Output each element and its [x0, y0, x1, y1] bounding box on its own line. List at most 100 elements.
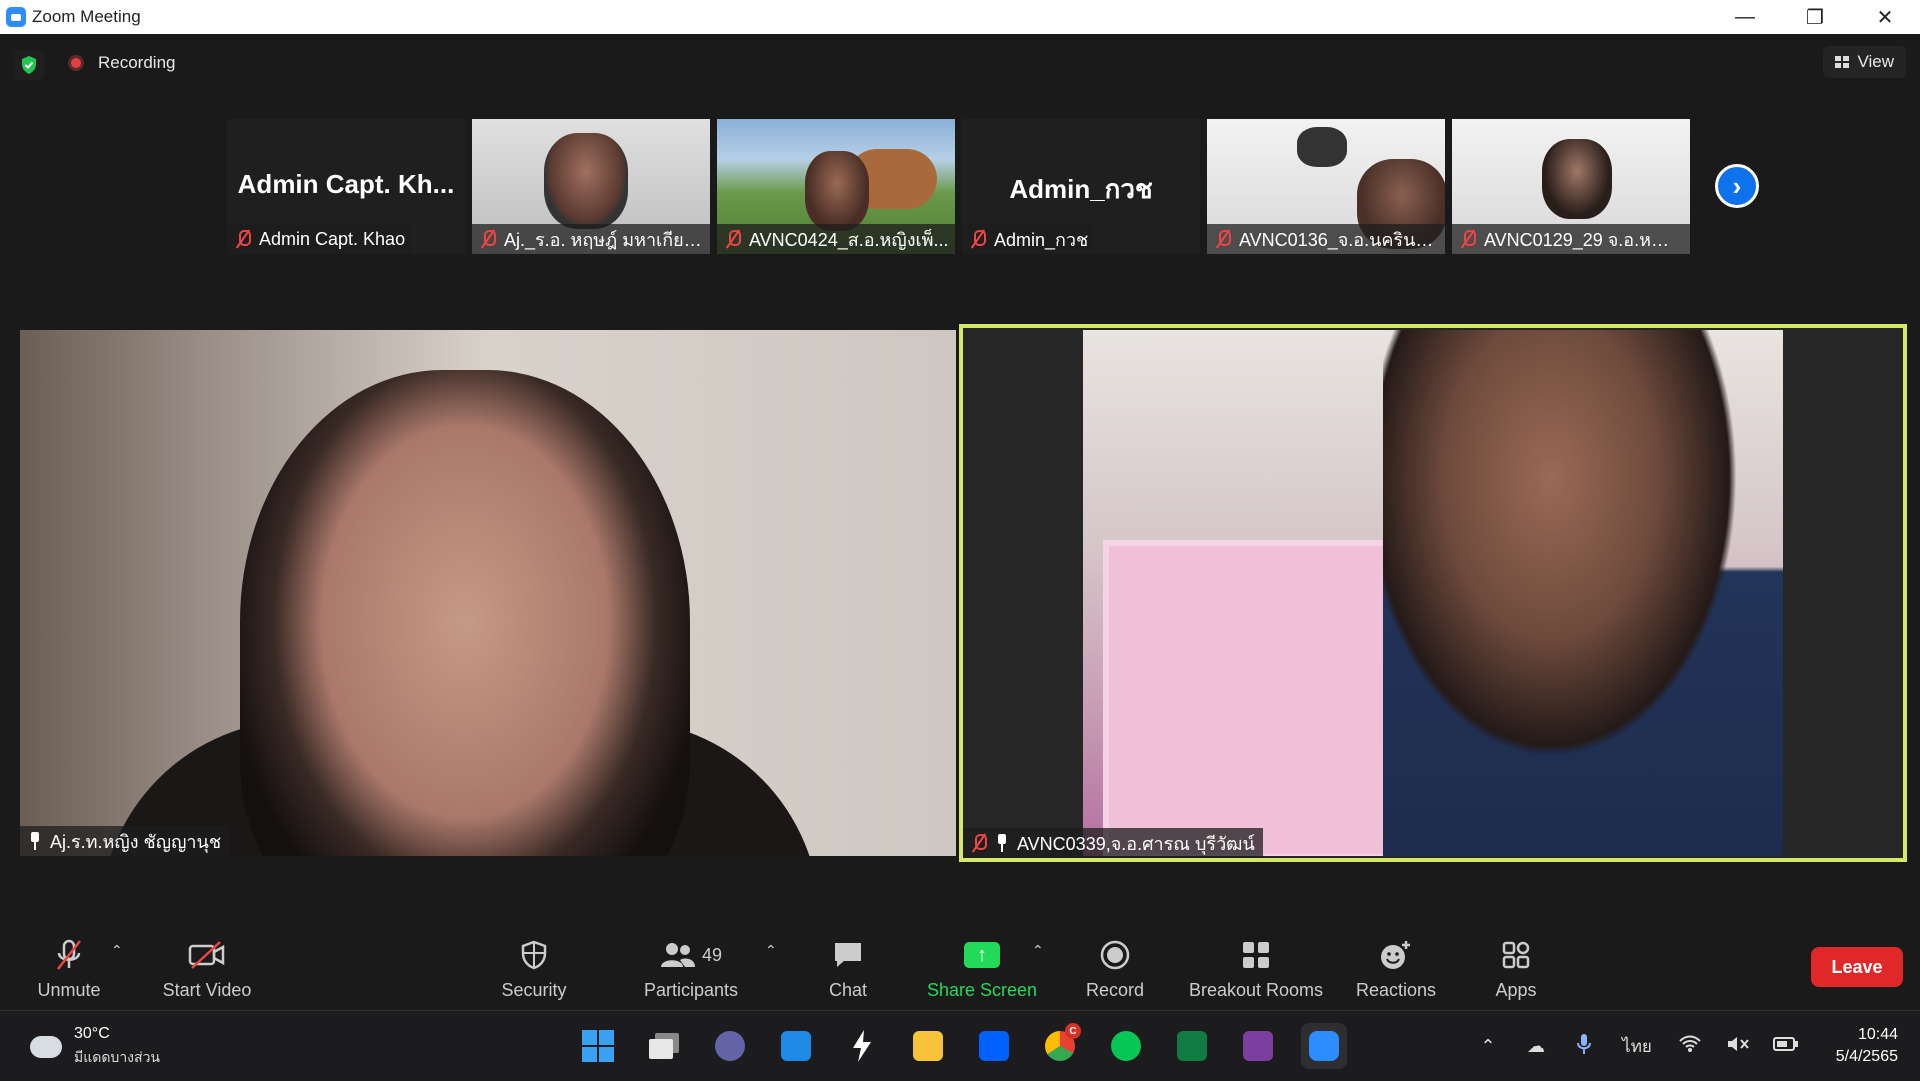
- share-screen-button[interactable]: ↑ Share Screen: [926, 918, 1038, 1008]
- onedrive-cloud-icon[interactable]: ☁: [1512, 1036, 1560, 1057]
- mic-muted-icon: [971, 833, 987, 853]
- weather-widget[interactable]: 30°C มีแดดบางส่วน: [26, 1025, 160, 1069]
- participant-thumbnail[interactable]: Admin Capt. Kh... Admin Capt. Khao: [227, 119, 465, 254]
- wifi-icon[interactable]: [1666, 1035, 1714, 1058]
- weather-temperature: 30°C: [74, 1025, 110, 1042]
- participant-label: AVNC0129_29 จ.อ.หญิง...: [1452, 224, 1690, 254]
- window-title: Zoom Meeting: [32, 7, 141, 26]
- meeting-toolbar: Unmute ⌃ Start Video Security 49 Partici…: [0, 918, 1920, 1008]
- participant-video-feed: [1542, 139, 1612, 219]
- recording-indicator-icon: [68, 55, 84, 71]
- participant-thumbnail[interactable]: Admin_กวช Admin_กวช: [962, 119, 1200, 254]
- windows-start-icon[interactable]: [575, 1023, 621, 1069]
- mic-muted-icon: [970, 229, 986, 249]
- participant-thumbnail[interactable]: AVNC0424_ส.อ.หญิงเพ็...: [717, 119, 955, 254]
- participants-icon: 49: [660, 936, 722, 974]
- security-button[interactable]: Security: [496, 918, 572, 1008]
- security-shield-icon[interactable]: [14, 50, 44, 80]
- microphone-icon[interactable]: [1560, 1033, 1608, 1060]
- teams-chat-icon[interactable]: [707, 1023, 753, 1069]
- participant-label: Aj._ร.อ. หฤษฎ์ มหาเกียรติ...: [472, 224, 710, 254]
- chevron-up-icon[interactable]: ⌃: [1464, 1036, 1512, 1057]
- participant-label: AVNC0339,จ.อ.ศารณ บุรีวัฒน์: [963, 828, 1263, 858]
- excel-icon[interactable]: [1169, 1023, 1215, 1069]
- video-off-icon: [188, 936, 226, 974]
- mic-muted-icon: [1215, 229, 1231, 249]
- maximize-button[interactable]: ❐: [1780, 0, 1850, 34]
- task-view-icon[interactable]: [641, 1023, 687, 1069]
- participant-thumbnail[interactable]: AVNC0129_29 จ.อ.หญิง...: [1452, 119, 1690, 254]
- chrome-icon[interactable]: C: [1037, 1023, 1083, 1069]
- record-icon: [1099, 936, 1131, 974]
- participants-button[interactable]: 49 Participants: [638, 918, 744, 1008]
- participant-name-large: Admin_กวช: [1009, 174, 1153, 204]
- mic-muted-icon: [54, 936, 84, 974]
- share-screen-icon: ↑: [964, 936, 1000, 974]
- chrome-notification-badge: C: [1065, 1023, 1081, 1039]
- window-title-bar: Zoom Meeting — ❐ ✕: [0, 0, 1920, 34]
- main-video-right-active-speaker[interactable]: AVNC0339,จ.อ.ศารณ บุรีวัฒน์: [959, 324, 1907, 862]
- mic-muted-icon: [235, 229, 251, 249]
- start-video-button[interactable]: Start Video: [154, 918, 260, 1008]
- weather-description: มีแดดบางส่วน: [74, 1049, 160, 1065]
- participant-label: Admin Capt. Khao: [227, 224, 412, 254]
- reactions-button[interactable]: Reactions: [1354, 918, 1438, 1008]
- recording-label[interactable]: Recording: [98, 53, 176, 73]
- participant-label: Admin_กวช: [962, 224, 1095, 254]
- pin-icon: [28, 832, 42, 850]
- file-explorer-icon[interactable]: [905, 1023, 951, 1069]
- taskbar-clock[interactable]: 10:44 5/4/2565: [1810, 1024, 1920, 1068]
- unmute-button[interactable]: Unmute: [28, 918, 110, 1008]
- view-button[interactable]: View: [1823, 46, 1906, 78]
- audio-options-chevron-up-icon[interactable]: ⌃: [111, 942, 123, 959]
- next-page-arrow-icon[interactable]: ›: [1715, 164, 1759, 208]
- breakout-rooms-icon: [1241, 936, 1271, 974]
- clock-time: 10:44: [1857, 1026, 1898, 1043]
- participants-options-chevron-up-icon[interactable]: ⌃: [765, 942, 777, 959]
- chat-icon: [832, 936, 864, 974]
- windows-taskbar: 30°C มีแดดบางส่วน C ⌃ ☁ ไทย 10:44 5/4/25…: [0, 1010, 1920, 1080]
- meeting-info-bar: Recording View: [0, 34, 1920, 94]
- mic-muted-icon: [480, 229, 496, 249]
- participant-label: Aj.ร.ท.หญิง ชัญญานุช: [20, 826, 230, 856]
- participant-thumbnail[interactable]: Aj._ร.อ. หฤษฎ์ มหาเกียรติ...: [472, 119, 710, 254]
- main-video-left[interactable]: Aj.ร.ท.หญิง ชัญญานุช: [20, 330, 956, 856]
- system-tray: ⌃ ☁ ไทย 10:44 5/4/2565: [1464, 1011, 1920, 1081]
- participant-name-large: Admin Capt. Kh...: [237, 169, 455, 199]
- battery-icon[interactable]: [1762, 1036, 1810, 1057]
- zoom-taskbar-icon[interactable]: [1301, 1023, 1347, 1069]
- participant-video-feed: [1083, 330, 1783, 856]
- volume-muted-icon[interactable]: [1714, 1035, 1762, 1058]
- participant-video-feed: [805, 151, 869, 231]
- minimize-button[interactable]: —: [1710, 0, 1780, 34]
- participant-person: [1383, 330, 1783, 856]
- mic-muted-icon: [725, 229, 741, 249]
- input-language[interactable]: ไทย: [1608, 1033, 1666, 1060]
- mail-icon[interactable]: [773, 1023, 819, 1069]
- participant-video-feed: [544, 133, 628, 229]
- view-label: View: [1857, 52, 1894, 71]
- zoom-app-icon: [6, 7, 26, 27]
- participant-label: AVNC0136_จ.อ.นครินทร์...: [1207, 224, 1445, 254]
- pdf-app-icon[interactable]: [1235, 1023, 1281, 1069]
- participant-thumbnail[interactable]: AVNC0136_จ.อ.นครินทร์...: [1207, 119, 1445, 254]
- leave-button[interactable]: Leave: [1811, 947, 1903, 987]
- record-button[interactable]: Record: [1082, 918, 1148, 1008]
- smile-plus-icon: [1379, 936, 1413, 974]
- breakout-rooms-button[interactable]: Breakout Rooms: [1186, 918, 1326, 1008]
- line-app-icon[interactable]: [1103, 1023, 1149, 1069]
- logo-background-image: [1297, 127, 1347, 167]
- participant-label: AVNC0424_ส.อ.หญิงเพ็...: [717, 224, 955, 254]
- share-options-chevron-up-icon[interactable]: ⌃: [1032, 942, 1044, 959]
- taskbar-apps: C: [575, 1023, 1347, 1069]
- clock-date: 5/4/2565: [1835, 1048, 1898, 1065]
- shield-icon: [520, 936, 548, 974]
- apps-button[interactable]: Apps: [1490, 918, 1542, 1008]
- participant-thumbnail-strip: Admin Capt. Kh... Admin Capt. Khao Aj._ร…: [227, 119, 1693, 254]
- app-bolt-icon[interactable]: [839, 1023, 885, 1069]
- close-button[interactable]: ✕: [1850, 0, 1920, 34]
- grid-view-icon: [1835, 56, 1850, 68]
- dropbox-icon[interactable]: [971, 1023, 1017, 1069]
- partly-cloudy-icon: [26, 1030, 62, 1058]
- chat-button[interactable]: Chat: [820, 918, 876, 1008]
